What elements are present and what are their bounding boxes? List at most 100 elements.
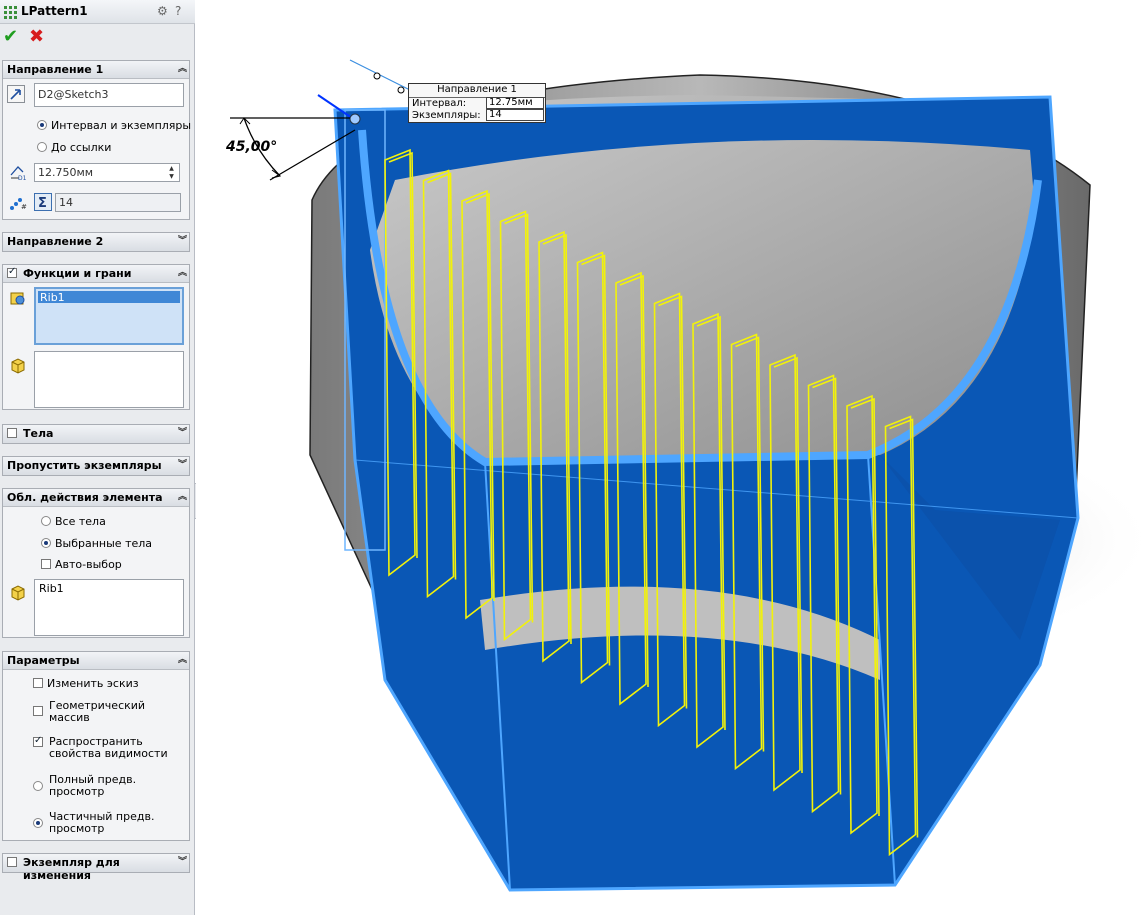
radio-full-preview[interactable] xyxy=(33,781,43,791)
option-geometry-pattern[interactable]: Геометрический массив xyxy=(33,700,145,724)
option-propagate-visual[interactable]: Распространить свойства видимости xyxy=(33,735,168,760)
option-spacing-instances[interactable]: Интервал и экземпляры xyxy=(37,118,191,132)
option-full-preview[interactable]: Полный предв. просмотр xyxy=(33,774,136,798)
option-all-bodies[interactable]: Все тела xyxy=(41,514,106,528)
cancel-button[interactable]: ✖ xyxy=(29,26,44,48)
spacing-dimension-icon: D1 xyxy=(10,166,27,181)
drag-handle[interactable] xyxy=(397,86,405,94)
propagate-label-2: свойства видимости xyxy=(49,747,168,760)
expand-down-icon[interactable]: ︾ xyxy=(178,427,187,440)
propagate-visual-checkbox[interactable] xyxy=(33,735,43,747)
instances-to-vary-title: Экземпляр для изменения xyxy=(23,856,120,882)
list-item[interactable]: Rib1 xyxy=(38,291,180,304)
sum-equation-icon[interactable]: Σ xyxy=(34,193,52,211)
ok-cancel-row: ✔ ✖ xyxy=(0,26,195,50)
property-manager: LPattern1 ⚙ ? ✔ ✖ Направление 1 ︽ D2@Ske… xyxy=(0,0,195,915)
instances-input[interactable]: 14 xyxy=(55,193,181,212)
solid-body-icon xyxy=(11,585,25,601)
instances-to-vary-group: Экземпляр для изменения ︾ xyxy=(2,853,190,882)
auto-select-checkbox[interactable] xyxy=(41,559,51,569)
expand-down-icon[interactable]: ︾ xyxy=(178,459,187,472)
features-faces-title: Функции и грани xyxy=(23,267,132,280)
options-header[interactable]: Параметры ︽ xyxy=(3,652,189,670)
radio-spacing-instances[interactable] xyxy=(37,120,47,130)
expand-down-icon[interactable]: ︾ xyxy=(178,235,187,248)
instances-to-vary-checkbox[interactable] xyxy=(7,857,17,867)
vary-sketch-checkbox[interactable] xyxy=(33,678,43,688)
radio-partial-preview[interactable] xyxy=(33,818,43,828)
spinner-icon[interactable]: ▲ ▼ xyxy=(166,165,177,181)
spacing-input[interactable]: 12.750мм ▲ ▼ xyxy=(34,163,180,182)
bodies-title: Тела xyxy=(23,427,54,440)
collapse-up-icon[interactable]: ︽ xyxy=(178,63,187,76)
angle-dimension-label[interactable]: 45,00° xyxy=(226,139,277,155)
instances-count-icon: # xyxy=(10,198,27,211)
feature-scope-title: Обл. действия элемента xyxy=(7,491,163,504)
direction2-header[interactable]: Направление 2 ︾ xyxy=(3,233,189,251)
instances-to-vary-header[interactable]: Экземпляр для изменения ︾ xyxy=(3,854,189,882)
expand-down-icon[interactable]: ︾ xyxy=(178,856,187,869)
option-auto-select[interactable]: Авто-выбор xyxy=(41,557,122,571)
features-faces-checkbox[interactable] xyxy=(7,266,17,278)
radio-selected-bodies[interactable] xyxy=(41,538,51,548)
faces-list[interactable] xyxy=(34,351,184,408)
geometry-pattern-checkbox[interactable] xyxy=(33,706,43,716)
full-preview-label-2: просмотр xyxy=(49,785,105,798)
callout-title: Направление 1 xyxy=(409,84,545,98)
property-manager-header: LPattern1 ⚙ ? xyxy=(0,0,195,24)
options-title: Параметры xyxy=(7,654,80,667)
features-to-pattern-icon xyxy=(10,292,25,305)
skip-instances-title: Пропустить экземпляры xyxy=(7,459,162,472)
features-faces-header[interactable]: Функции и грани ︽ xyxy=(3,265,189,283)
vary-sketch-label: Изменить эскиз xyxy=(47,676,139,690)
geometry-pattern-label-2: массив xyxy=(49,711,90,724)
direction-callout[interactable]: Направление 1 Интервал: 12.75мм Экземпля… xyxy=(408,83,546,123)
linear-pattern-icon xyxy=(4,6,17,19)
option-selected-bodies[interactable]: Выбранные тела xyxy=(41,536,152,550)
callout-spacing-field[interactable]: 12.75мм xyxy=(486,97,544,109)
bodies-group: Тела ︾ xyxy=(2,424,190,444)
spacing-value: 12.750мм xyxy=(38,166,94,179)
drag-handle[interactable] xyxy=(373,72,381,80)
pattern-origin-handle[interactable] xyxy=(349,113,361,125)
auto-select-label: Авто-выбор xyxy=(55,557,122,571)
callout-instances-label: Экземпляры: xyxy=(412,110,481,121)
graphics-viewport[interactable]: 45,00° Направление 1 Интервал: 12.75мм Э… xyxy=(196,0,1143,915)
option-partial-preview[interactable]: Частичный предв. просмотр xyxy=(33,811,154,835)
direction2-title: Направление 2 xyxy=(7,235,104,248)
help-question-icon[interactable]: ? xyxy=(175,4,181,18)
direction1-group: Направление 1 ︽ D2@Sketch3 Интервал и эк… xyxy=(2,60,191,220)
callout-instances-field[interactable]: 14 xyxy=(486,109,544,121)
radio-all-bodies[interactable] xyxy=(41,516,51,526)
faces-to-pattern-icon xyxy=(11,358,25,374)
features-list[interactable]: Rib1 xyxy=(34,287,184,345)
feature-scope-group: Обл. действия элемента ︽ Все тела Выбран… xyxy=(2,488,190,638)
scope-bodies-list[interactable]: Rib1 xyxy=(34,579,184,636)
feature-scope-header[interactable]: Обл. действия элемента ︽ xyxy=(3,489,189,507)
radio-up-to-reference[interactable] xyxy=(37,142,47,152)
svg-text:D1: D1 xyxy=(18,175,27,181)
direction-reference-field[interactable]: D2@Sketch3 xyxy=(34,83,184,107)
selected-bodies-label: Выбранные тела xyxy=(55,536,153,550)
collapse-up-icon[interactable]: ︽ xyxy=(178,654,187,667)
feature-title: LPattern1 xyxy=(21,4,88,18)
skip-instances-header[interactable]: Пропустить экземпляры ︾ xyxy=(3,457,189,475)
option-reference-label: До ссылки xyxy=(51,140,112,154)
reverse-direction-icon[interactable] xyxy=(7,85,25,103)
collapse-up-icon[interactable]: ︽ xyxy=(178,491,187,504)
direction1-header[interactable]: Направление 1 ︽ xyxy=(3,61,189,79)
list-item[interactable]: Rib1 xyxy=(37,582,181,595)
svg-text:Σ: Σ xyxy=(38,196,47,211)
bodies-header[interactable]: Тела ︾ xyxy=(3,425,189,443)
feature-help-icon[interactable]: ⚙ xyxy=(157,4,168,18)
option-up-to-reference[interactable]: До ссылки xyxy=(37,140,111,154)
model-view[interactable] xyxy=(196,0,1143,915)
collapse-up-icon[interactable]: ︽ xyxy=(178,267,187,280)
bodies-checkbox[interactable] xyxy=(7,428,17,438)
ok-button[interactable]: ✔ xyxy=(3,27,18,47)
callout-spacing-label: Интервал: xyxy=(412,98,467,109)
partial-preview-label-2: просмотр xyxy=(49,822,105,835)
features-faces-group: Функции и грани ︽ Rib1 xyxy=(2,264,190,410)
option-vary-sketch[interactable]: Изменить эскиз xyxy=(33,676,139,690)
direction2-group: Направление 2 ︾ xyxy=(2,232,190,252)
